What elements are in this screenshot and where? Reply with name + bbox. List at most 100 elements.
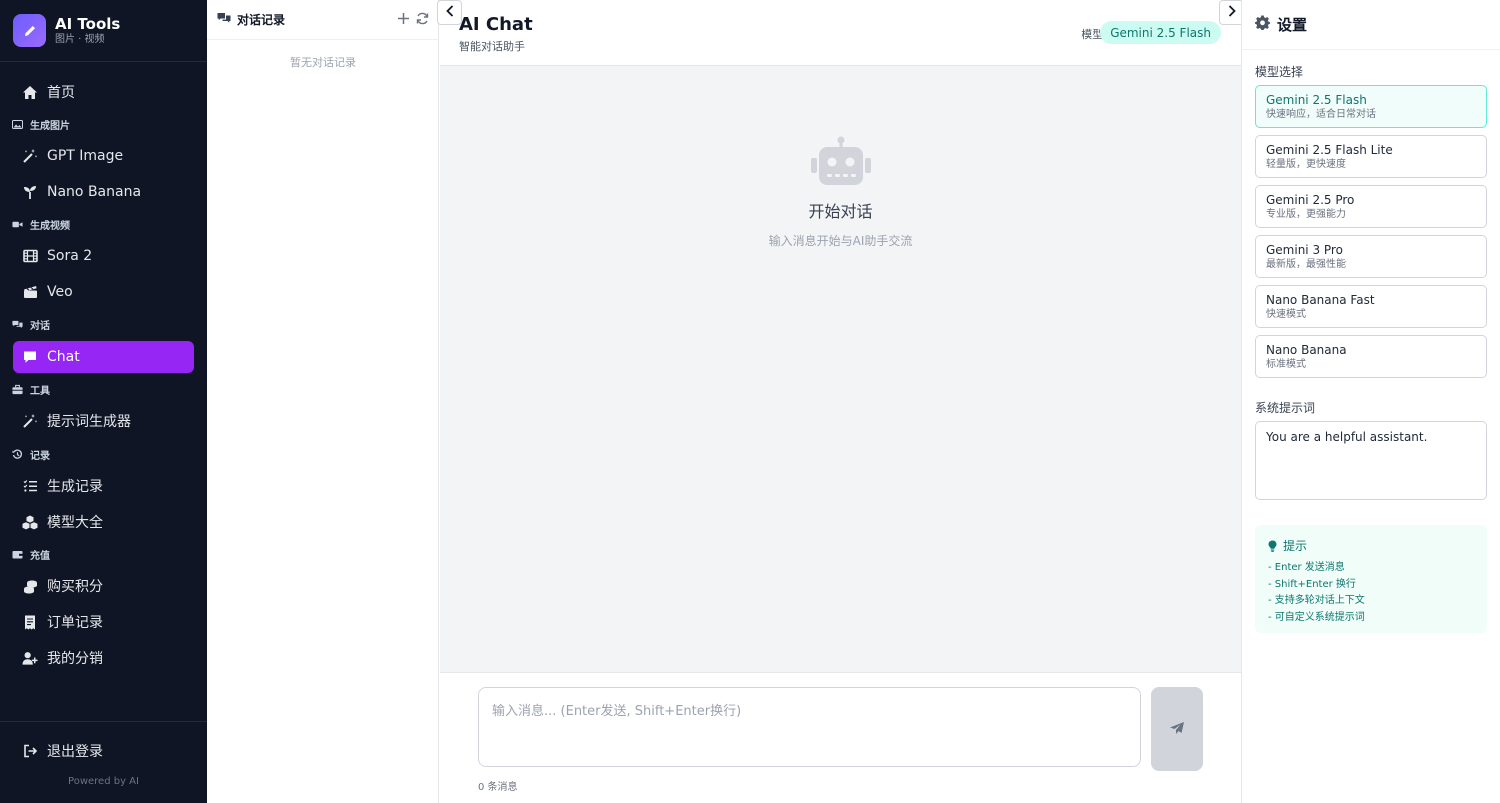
nav-item-label: 首页: [47, 85, 75, 101]
nav-item-label: 提示词生成器: [47, 414, 131, 430]
model-option-gemini-2-5-flash-lite[interactable]: Gemini 2.5 Flash Lite 轻量版，更快速度: [1255, 135, 1487, 178]
send-button[interactable]: [1151, 687, 1203, 771]
lightbulb-icon: [1268, 540, 1277, 552]
nav-item-label: Chat: [47, 349, 80, 365]
left-sidebar: AI Tools 图片 · 视频 首页 生成图片 GPT Image Nano …: [0, 0, 207, 803]
chat-main: AI Chat 智能对话助手 模型: Gemini 2.5 Flash 开始对话…: [437, 0, 1244, 803]
gear-icon: [1255, 15, 1270, 34]
nav-item-models[interactable]: 模型大全: [13, 506, 194, 538]
brand-subtitle: 图片 · 视频: [55, 33, 105, 45]
current-model-badge: Gemini 2.5 Flash: [1100, 21, 1221, 44]
model-section-label: 模型选择: [1255, 65, 1304, 79]
nav-item-label: 模型大全: [47, 515, 103, 531]
empty-state-title: 开始对话: [808, 202, 873, 221]
nav-item-label: 我的分销: [47, 651, 103, 667]
model-option-nano-banana[interactable]: Nano Banana 标准模式: [1255, 335, 1487, 378]
message-icon: [22, 349, 38, 365]
powered-by-text: Powered by AI: [68, 776, 139, 787]
nav-item-label: 订单记录: [47, 615, 103, 631]
section-recharge: 充值: [12, 547, 50, 562]
coins-icon: [22, 578, 38, 594]
history-icon: [12, 449, 23, 460]
nav-item-label: GPT Image: [47, 148, 124, 164]
system-prompt-label: 系统提示词: [1255, 401, 1316, 415]
refresh-icon[interactable]: [416, 12, 429, 29]
nav-item-nano-banana[interactable]: Nano Banana: [13, 176, 194, 208]
model-option-gemini-2-5-pro[interactable]: Gemini 2.5 Pro 专业版，更强能力: [1255, 185, 1487, 228]
clapperboard-icon: [22, 284, 38, 300]
tip-item: - 可自定义系统提示词: [1268, 611, 1365, 623]
tip-item: - Shift+Enter 换行: [1268, 578, 1356, 590]
comments-icon: [12, 319, 23, 330]
tips-title: 提示: [1283, 539, 1308, 553]
nav-item-orders[interactable]: 订单记录: [13, 606, 194, 638]
conversation-panel-header: 对话记录: [207, 0, 438, 40]
section-tools: 工具: [12, 382, 50, 397]
nav-item-gpt-image[interactable]: GPT Image: [13, 140, 194, 172]
tips-box: 提示 - Enter 发送消息 - Shift+Enter 换行 - 支持多轮对…: [1255, 525, 1487, 633]
nav-item-home[interactable]: 首页: [13, 76, 194, 108]
brand-title: AI Tools: [55, 14, 121, 33]
tip-item: - 支持多轮对话上下文: [1268, 595, 1365, 606]
receipt-icon: [22, 614, 38, 630]
model-option-nano-banana-fast[interactable]: Nano Banana Fast 快速模式: [1255, 285, 1487, 328]
nav-item-prompt-generator[interactable]: 提示词生成器: [13, 405, 194, 437]
chevron-right-icon: [1228, 4, 1236, 21]
settings-header: 设置: [1242, 0, 1500, 50]
video-camera-icon: [12, 219, 23, 230]
sign-out-icon: [22, 743, 38, 759]
page-title: AI Chat: [459, 14, 533, 35]
pencil-logo-icon: [13, 14, 46, 47]
composer: 0 条消息: [440, 672, 1241, 803]
film-icon: [22, 248, 38, 264]
empty-state: 开始对话 输入消息开始与AI助手交流: [440, 136, 1241, 249]
robot-icon: [440, 136, 1241, 186]
tip-item: - Enter 发送消息: [1268, 562, 1345, 573]
nav-item-label: 生成记录: [47, 479, 103, 495]
paper-plane-icon: [1169, 721, 1185, 738]
nav-item-label: Nano Banana: [47, 184, 142, 200]
chevron-left-icon: [445, 4, 454, 21]
nav-item-label: Veo: [47, 284, 73, 300]
model-option-gemini-2-5-flash[interactable]: Gemini 2.5 Flash 快速响应，适合日常对话: [1255, 85, 1487, 128]
collapse-conversation-panel-button[interactable]: [437, 0, 462, 25]
nav-item-buy-credits[interactable]: 购买积分: [13, 570, 194, 602]
nav-item-label: 购买积分: [47, 579, 103, 595]
brand[interactable]: AI Tools 图片 · 视频: [0, 0, 207, 62]
nav-divider: [0, 721, 207, 722]
comments-icon: [217, 12, 231, 28]
settings-title: 设置: [1277, 16, 1308, 34]
page-subtitle: 智能对话助手: [459, 40, 525, 53]
section-generate-image: 生成图片: [12, 117, 70, 132]
model-option-gemini-3-pro[interactable]: Gemini 3 Pro 最新版，最强性能: [1255, 235, 1487, 278]
toolbox-icon: [12, 384, 23, 395]
image-icon: [12, 119, 23, 130]
nav-item-label: 退出登录: [47, 744, 103, 760]
nav-item-my-distribution[interactable]: 我的分销: [13, 642, 194, 674]
seedling-icon: [22, 184, 38, 200]
message-input[interactable]: [478, 687, 1141, 767]
settings-panel: 设置 模型选择 Gemini 2.5 Flash 快速响应，适合日常对话 Gem…: [1241, 0, 1500, 803]
magic-wand-icon: [22, 413, 38, 429]
nav-item-label: Sora 2: [47, 248, 93, 264]
system-prompt-input[interactable]: You are a helpful assistant.: [1255, 421, 1487, 500]
users-icon: [22, 650, 38, 666]
message-count: 0 条消息: [478, 782, 518, 793]
home-icon: [22, 84, 38, 100]
logout-button[interactable]: 退出登录: [13, 735, 194, 767]
new-conversation-plus-icon[interactable]: [397, 12, 410, 29]
section-records: 记录: [12, 447, 50, 462]
nav-item-chat[interactable]: Chat: [13, 341, 194, 373]
empty-state-subtitle: 输入消息开始与AI助手交流: [768, 234, 913, 248]
section-chat: 对话: [12, 317, 50, 332]
nav-item-generation-records[interactable]: 生成记录: [13, 470, 194, 502]
nav-item-sora[interactable]: Sora 2: [13, 240, 194, 272]
conversation-panel-title: 对话记录: [237, 13, 286, 27]
conversation-empty-text: 暂无对话记录: [290, 56, 356, 69]
magic-wand-icon: [22, 148, 38, 164]
chat-header: AI Chat 智能对话助手 模型: Gemini 2.5 Flash: [440, 0, 1241, 66]
conversation-panel: 对话记录 暂无对话记录: [207, 0, 439, 803]
wallet-icon: [12, 549, 23, 560]
nav-item-veo[interactable]: Veo: [13, 276, 194, 308]
section-generate-video: 生成视频: [12, 217, 70, 232]
